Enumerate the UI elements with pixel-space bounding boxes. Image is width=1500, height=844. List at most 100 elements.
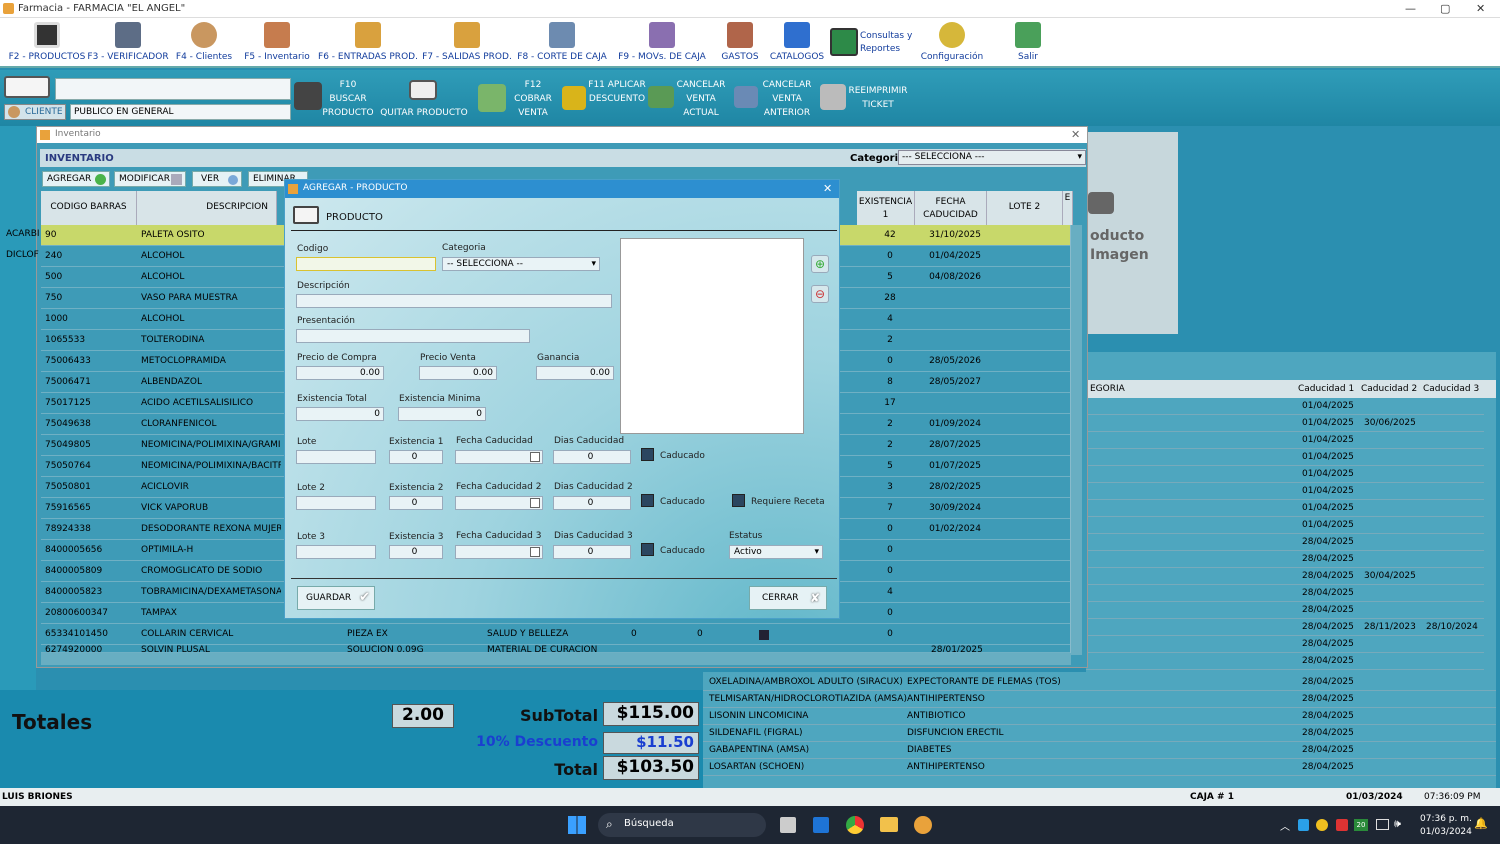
file-explorer-icon[interactable] bbox=[880, 817, 898, 832]
farmacia-app-icon[interactable] bbox=[914, 816, 932, 834]
table-row[interactable]: 01/04/2025 30/06/2025 bbox=[1086, 415, 1484, 432]
calendar-icon[interactable] bbox=[530, 547, 540, 557]
chrome-icon[interactable] bbox=[846, 816, 864, 834]
toolbar-entradas-button[interactable]: F6 - ENTRADAS PROD. bbox=[318, 18, 418, 68]
existencia-1-input[interactable]: 0 bbox=[389, 450, 443, 464]
cancelar-venta-anterior-button[interactable]: CANCELAR VENTA ANTERIOR bbox=[760, 78, 814, 120]
norton-icon[interactable] bbox=[1316, 819, 1328, 831]
caducado-2-checkbox[interactable] bbox=[641, 494, 654, 507]
list-item[interactable]: LOSARTAN (SCHOEN) ANTIHIPERTENSO 28/04/202… bbox=[703, 759, 1496, 776]
toolbar-productos-button[interactable]: F2 - PRODUCTOS bbox=[8, 18, 86, 68]
network-icon[interactable] bbox=[1376, 819, 1389, 830]
table-row[interactable]: 01/04/2025 bbox=[1086, 398, 1484, 415]
table-row[interactable]: 01/04/2025 bbox=[1086, 517, 1484, 534]
toolbar-reportes-button[interactable]: Consultas y Reportes bbox=[830, 18, 914, 68]
existencia-3-input[interactable]: 0 bbox=[389, 545, 443, 559]
quitar-producto-button[interactable]: QUITAR PRODUCTO bbox=[380, 106, 468, 120]
toolbar-salidas-button[interactable]: F7 - SALIDAS PROD. bbox=[420, 18, 514, 68]
inventory-close-icon[interactable]: ✕ bbox=[1071, 128, 1080, 141]
existencia-total-input[interactable]: 0 bbox=[296, 407, 384, 421]
guardar-button[interactable]: GUARDAR ✔ bbox=[297, 586, 375, 610]
caducado-3-checkbox[interactable] bbox=[641, 543, 654, 556]
calendar-icon[interactable] bbox=[530, 452, 540, 462]
cliente-button[interactable]: CLIENTE bbox=[4, 104, 66, 120]
app-blue-icon[interactable] bbox=[813, 817, 829, 833]
fecha-caducidad-1-input[interactable] bbox=[455, 450, 543, 464]
notifications-icon[interactable]: 🔔 bbox=[1474, 817, 1488, 830]
table-row[interactable]: 28/04/2025 30/04/2025 bbox=[1086, 568, 1484, 585]
dialog-close-icon[interactable]: ✕ bbox=[823, 182, 832, 195]
list-item[interactable]: TELMISARTAN/HIDROCLOROTIAZIDA (AMSA) ANTI… bbox=[703, 691, 1496, 708]
list-item[interactable]: LISONIN LINCOMICINA ANTIBIOTICO 28/04/2025 bbox=[703, 708, 1496, 725]
table-row[interactable]: 28/04/2025 bbox=[1086, 653, 1484, 670]
caducado-1-checkbox[interactable] bbox=[641, 448, 654, 461]
estatus-select[interactable]: Activo ▾ bbox=[729, 545, 823, 559]
table-row[interactable]: 28/04/2025 bbox=[1086, 602, 1484, 619]
close-icon[interactable]: ✕ bbox=[1476, 2, 1485, 15]
remove-image-icon[interactable]: ⊖ bbox=[811, 285, 829, 303]
add-image-icon[interactable]: ⊕ bbox=[811, 255, 829, 273]
toolbar-inventario-button[interactable]: F5 - Inventario bbox=[240, 18, 314, 68]
table-row[interactable]: 01/04/2025 bbox=[1086, 500, 1484, 517]
ganancia-input[interactable]: 0.00 bbox=[536, 366, 614, 380]
taskbar-search[interactable]: ⌕ Búsqueda bbox=[598, 813, 766, 837]
barcode-input[interactable] bbox=[55, 78, 291, 100]
maximize-icon[interactable]: ▢ bbox=[1440, 2, 1450, 15]
agregar-button[interactable]: AGREGAR bbox=[42, 171, 110, 187]
table-row[interactable]: 6274920000 SOLVIN PLUSAL SOLUCION 0.09G MAT… bbox=[41, 645, 1071, 653]
chevron-up-icon[interactable]: ︿ bbox=[1280, 818, 1290, 833]
presentacion-input[interactable] bbox=[296, 329, 530, 343]
cancelar-venta-actual-button[interactable]: CANCELAR VENTA ACTUAL bbox=[674, 78, 728, 120]
categoria-select[interactable]: -- SELECCIONA -- ▾ bbox=[442, 257, 600, 271]
codigo-input[interactable] bbox=[296, 257, 436, 271]
taskview-icon[interactable] bbox=[780, 817, 796, 833]
requiere-receta-checkbox[interactable] bbox=[732, 494, 745, 507]
volume-icon[interactable]: 🕪 bbox=[1394, 817, 1401, 831]
toolbar-clientes-button[interactable]: F4 - Clientes bbox=[172, 18, 236, 68]
list-item[interactable]: GABAPENTINA (AMSA) DIABETES 28/04/2025 bbox=[703, 742, 1496, 759]
existencia-2-input[interactable]: 0 bbox=[389, 496, 443, 510]
minimize-icon[interactable]: — bbox=[1405, 2, 1416, 15]
aplicar-descuento-button[interactable]: F11 APLICAR DESCUENTO bbox=[588, 78, 646, 106]
buscar-producto-button[interactable]: F10 BUSCAR PRODUCTO bbox=[322, 78, 374, 120]
inventory-categoria-select[interactable]: --- SELECCIONA --- ▾ bbox=[898, 150, 1086, 165]
table-row[interactable]: 01/04/2025 bbox=[1086, 449, 1484, 466]
dias-caducidad-2-input[interactable]: 0 bbox=[553, 496, 631, 510]
table-row[interactable]: 28/04/2025 28/11/2023 28/10/2024 bbox=[1086, 619, 1484, 636]
table-row[interactable]: 01/04/2025 bbox=[1086, 483, 1484, 500]
dias-caducidad-3-input[interactable]: 0 bbox=[553, 545, 631, 559]
notification-badge[interactable]: 20 bbox=[1354, 819, 1368, 831]
table-row[interactable]: 01/04/2025 bbox=[1086, 432, 1484, 449]
list-item[interactable]: SILDENAFIL (FIGRAL) DISFUNCION ERECTIL 28/… bbox=[703, 725, 1496, 742]
table-row[interactable]: 28/04/2025 bbox=[1086, 534, 1484, 551]
vertical-scrollbar[interactable] bbox=[1070, 225, 1082, 655]
reimprimir-ticket-button[interactable]: REEIMPRIMIR TICKET bbox=[848, 84, 908, 112]
calendar-icon[interactable] bbox=[530, 498, 540, 508]
red-app-icon[interactable] bbox=[1336, 819, 1348, 831]
fecha-caducidad-3-input[interactable] bbox=[455, 545, 543, 559]
table-row[interactable]: 28/04/2025 bbox=[1086, 636, 1484, 653]
toolbar-catalogos-button[interactable]: CATALOGOS bbox=[766, 18, 828, 68]
toolbar-verificador-button[interactable]: F3 - VERIFICADOR bbox=[86, 18, 170, 68]
cliente-field[interactable]: PUBLICO EN GENERAL bbox=[70, 104, 291, 120]
product-image-box[interactable] bbox=[620, 238, 804, 434]
ver-button[interactable]: VER bbox=[192, 171, 242, 187]
horizontal-scrollbar[interactable] bbox=[41, 653, 1071, 665]
table-row[interactable]: 28/04/2025 bbox=[1086, 551, 1484, 568]
fecha-caducidad-2-input[interactable] bbox=[455, 496, 543, 510]
list-item[interactable]: OXELADINA/AMBROXOL ADULTO (SIRACUX) EXPEC… bbox=[703, 674, 1496, 691]
windows-start-icon[interactable] bbox=[568, 816, 586, 834]
lote-3-input[interactable] bbox=[296, 545, 376, 559]
cobrar-venta-button[interactable]: F12 COBRAR VENTA bbox=[512, 78, 554, 120]
dias-caducidad-1-input[interactable]: 0 bbox=[553, 450, 631, 464]
toolbar-gastos-button[interactable]: GASTOS bbox=[716, 18, 764, 68]
precio-compra-input[interactable]: 0.00 bbox=[296, 366, 384, 380]
existencia-minima-input[interactable]: 0 bbox=[398, 407, 486, 421]
precio-venta-input[interactable]: 0.00 bbox=[419, 366, 497, 380]
modificar-button[interactable]: MODIFICAR bbox=[114, 171, 186, 187]
lote-2-input[interactable] bbox=[296, 496, 376, 510]
toolbar-salir-button[interactable]: Salir bbox=[1006, 18, 1050, 68]
lote-1-input[interactable] bbox=[296, 450, 376, 464]
shield-icon[interactable] bbox=[1298, 819, 1309, 831]
toolbar-movs-caja-button[interactable]: F9 - MOVs. DE CAJA bbox=[614, 18, 710, 68]
